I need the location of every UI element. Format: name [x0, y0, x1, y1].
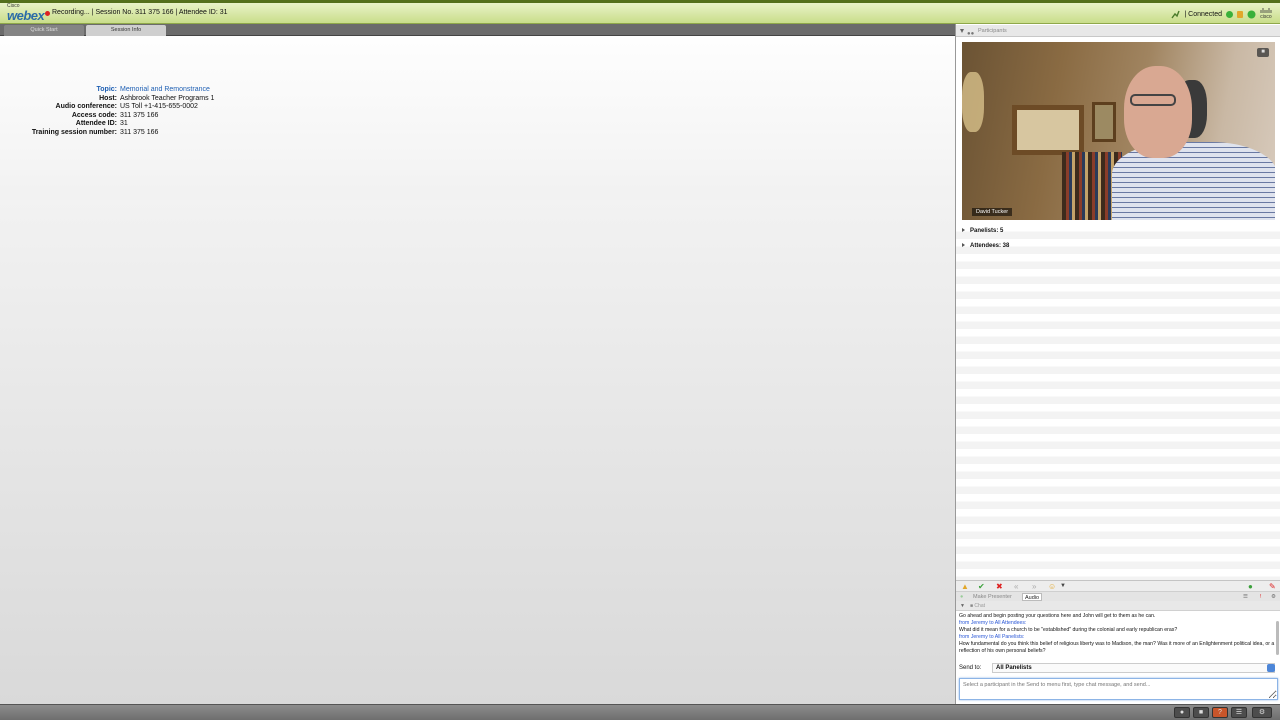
send-to-value: All Panelists — [996, 665, 1032, 671]
info-row-host: Host: Ashbrook Teacher Programs 1 — [0, 95, 400, 104]
settings-icon[interactable]: ⚙ — [1252, 707, 1272, 718]
check-icon[interactable]: ✔ — [978, 582, 985, 591]
session-status-text: Recording... | Session No. 311 375 166 |… — [52, 9, 228, 16]
add-user-icon[interactable]: ● — [1248, 582, 1253, 591]
tab-session-info[interactable]: Session Info — [86, 25, 166, 36]
info-row-access: Access code: 311 375 166 — [0, 112, 400, 121]
raise-hand-icon[interactable]: ▲ — [961, 582, 969, 591]
qa-toggle-icon[interactable]: ? — [1212, 707, 1228, 718]
access-code-value: 311 375 166 — [120, 111, 159, 119]
connection-status: | Connected — [1184, 10, 1222, 18]
chat-header-label: Chat — [974, 603, 985, 609]
audio-conference-label: Audio conference: — [55, 103, 117, 110]
tab-quick-start[interactable]: Quick Start — [4, 25, 84, 36]
recording-icon — [45, 11, 50, 16]
pen-icon[interactable]: ✎ — [1269, 582, 1276, 591]
lock-icon — [1237, 10, 1243, 18]
participants-header[interactable]: ●● Participants — [956, 25, 1280, 37]
session-info-panel: Topic: Memorial and Remonstrance Host: A… — [0, 86, 400, 137]
info-row-training: Training session number: 311 375 166 — [0, 129, 400, 138]
video-lamp — [962, 72, 984, 132]
network-icon — [1171, 10, 1181, 19]
collapse-triangle-icon[interactable] — [960, 29, 964, 33]
info-row-audio: Audio conference: US Toll +1-415-655-000… — [0, 103, 400, 112]
panelists-count: Panelists: 5 — [970, 228, 1004, 234]
training-session-label: Training session number: — [31, 128, 117, 136]
connection-area: | Connected cisco — [1171, 7, 1272, 21]
send-to-select[interactable] — [992, 663, 1275, 673]
tab-bar: Quick Start Session Info — [0, 24, 955, 36]
logo-webex-text: webex — [7, 8, 45, 23]
training-session-value: 311 375 166 — [120, 128, 159, 136]
video-feed[interactable]: ■ David Tucker — [962, 42, 1275, 220]
video-painting-small — [1092, 102, 1116, 142]
audio-conference-value: US Toll +1-415-655-0002 — [120, 103, 198, 110]
webex-logo: Cisco webex — [6, 3, 45, 23]
participants-panel: ●● Participants ■ David Tucker Panelists… — [955, 24, 1280, 704]
info-row-attendee: Attendee ID: 31 — [0, 120, 400, 129]
cross-icon[interactable]: ✖ — [996, 582, 1003, 591]
host-label: Host: — [99, 94, 117, 102]
chat-icon: ■ — [970, 603, 974, 609]
forward-icon[interactable]: » — [1032, 582, 1036, 591]
participant-toolbar: ▲ ✔ ✖ « » ☺ ▼ ● ✎ — [956, 580, 1280, 591]
title-bar: Cisco webex Recording... | Session No. 3… — [0, 0, 1280, 24]
chat-header[interactable]: ▼ ■ Chat — [956, 601, 1280, 611]
chat-input[interactable] — [959, 678, 1278, 700]
cisco-logo: cisco — [1260, 8, 1272, 20]
participants-toggle-icon[interactable]: ● — [1174, 707, 1190, 718]
send-to-label: Send to: — [959, 665, 982, 671]
video-painting — [1012, 105, 1084, 155]
info-icon[interactable] — [1247, 10, 1256, 19]
info-row-topic: Topic: Memorial and Remonstrance — [0, 86, 400, 95]
chat-line: What did it mean for a church to be "est… — [959, 627, 1178, 633]
notes-toggle-icon[interactable]: ☰ — [1231, 707, 1247, 718]
video-person-body — [1112, 142, 1275, 220]
topic-label: Topic: — [96, 86, 117, 93]
chat-messages: Go ahead and begin posting your question… — [956, 612, 1280, 657]
participants-icon: ●● — [967, 31, 975, 37]
chevron-down-icon[interactable]: ▼ — [1060, 582, 1066, 591]
chat-line: from Jeremy to All Panelists: — [959, 634, 1025, 640]
attendees-count: Attendees: 38 — [970, 243, 1010, 249]
connected-icon — [1226, 10, 1233, 18]
bottom-toolbar: ● ■ ? ☰ ⚙ — [0, 704, 1280, 720]
access-code-label: Access code: — [71, 111, 117, 119]
chat-toggle-icon[interactable]: ■ — [1193, 707, 1209, 718]
audio-button[interactable]: Audio — [1022, 593, 1043, 601]
attendees-group[interactable]: Attendees: 38 — [962, 243, 1009, 249]
rewind-icon[interactable]: « — [1014, 582, 1018, 591]
collapse-triangle-icon[interactable]: ▼ — [960, 601, 965, 611]
content-area: Quick Start Session Info Topic: Memorial… — [0, 24, 955, 704]
chat-line: Go ahead and begin posting your question… — [959, 613, 1156, 619]
cisco-logo-text: cisco — [1260, 14, 1272, 20]
attendee-id-label: Attendee ID: — [75, 120, 117, 127]
participant-list: Panelists: 5 Attendees: 38 — [956, 224, 1280, 580]
expand-triangle-icon[interactable] — [962, 228, 965, 232]
panelists-group[interactable]: Panelists: 5 — [962, 228, 1003, 234]
send-to-row: Send to: All Panelists — [956, 661, 1280, 675]
video-speaker-name: David Tucker — [972, 208, 1013, 216]
presenter-toolbar: ● Make Presenter Audio ☰ ! ⚙ — [956, 591, 1280, 601]
topic-value[interactable]: Memorial and Remonstrance — [120, 86, 210, 95]
video-glasses — [1130, 94, 1176, 106]
participants-header-label: Participants — [978, 28, 1007, 34]
video-person-head — [1124, 66, 1192, 158]
attendee-id-value: 31 — [120, 120, 128, 127]
expand-triangle-icon[interactable] — [962, 243, 965, 247]
chat-line: How fundamental do you think this belief… — [959, 641, 1275, 654]
send-to-dropdown-icon[interactable] — [1267, 664, 1275, 672]
chat-line: from Jeremy to All Attendees: — [959, 620, 1027, 626]
chat-scrollbar[interactable] — [1276, 621, 1279, 655]
host-value: Ashbrook Teacher Programs 1 — [120, 94, 215, 102]
emoticon-icon[interactable]: ☺ — [1048, 582, 1056, 591]
video-layout-icon[interactable]: ■ — [1257, 48, 1269, 57]
